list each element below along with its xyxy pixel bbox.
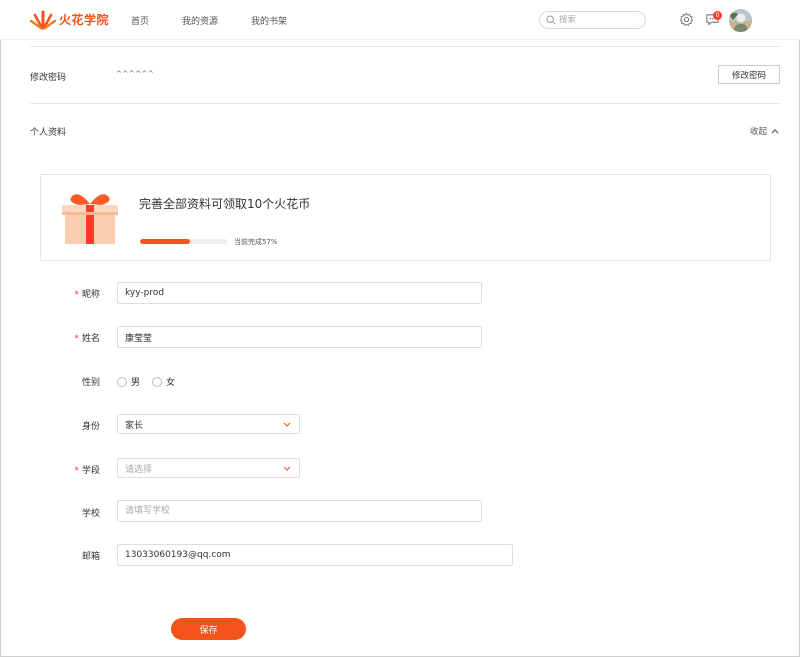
required-mark: * bbox=[74, 334, 79, 344]
avatar-image-icon bbox=[729, 9, 752, 32]
nickname-label: * 昵称 bbox=[10, 287, 100, 300]
gear-icon[interactable] bbox=[679, 12, 694, 27]
name-input[interactable] bbox=[117, 326, 482, 348]
promo-title: 完善全部资料可领取10个火花币 bbox=[139, 197, 311, 211]
gender-label: 性别 bbox=[81, 378, 100, 388]
search-box[interactable] bbox=[539, 11, 646, 29]
nav-home[interactable]: 首页 bbox=[131, 14, 149, 27]
nickname-label-text: 昵称 bbox=[81, 290, 100, 300]
school-label: 学校 bbox=[81, 509, 100, 519]
main-nav: 首页 我的资源 我的书架 bbox=[131, 14, 320, 27]
gender-male-label[interactable]: 男 bbox=[131, 375, 140, 388]
school-stage-select[interactable]: 请选择 bbox=[117, 458, 300, 478]
nickname-input[interactable] bbox=[117, 282, 482, 304]
identity-select-value: 家长 bbox=[125, 420, 144, 431]
avatar[interactable] bbox=[729, 9, 752, 32]
completion-progress-fill bbox=[140, 239, 190, 244]
brand-name: 火花学院 bbox=[59, 12, 110, 27]
gender-male-radio[interactable] bbox=[117, 376, 127, 387]
email-input[interactable] bbox=[117, 544, 513, 566]
collapse-label: 收起 bbox=[750, 127, 768, 137]
divider-top bbox=[30, 46, 780, 47]
completion-progress-bar bbox=[140, 239, 227, 244]
school-input[interactable] bbox=[117, 500, 482, 522]
brand-logo[interactable]: 火花学院 bbox=[30, 8, 109, 30]
nav-my-resources[interactable]: 我的资源 bbox=[182, 14, 218, 27]
chevron-down-icon bbox=[283, 466, 291, 471]
change-password-button[interactable]: 修改密码 bbox=[718, 65, 780, 84]
chevron-down-icon bbox=[283, 422, 291, 427]
change-password-label: 修改密码 bbox=[30, 73, 67, 83]
email-label: 邮箱 bbox=[81, 552, 100, 562]
school-stage-label-text: 学段 bbox=[81, 466, 100, 476]
gender-radio-group: 男 女 bbox=[117, 375, 187, 388]
collapse-toggle[interactable]: 收起 bbox=[750, 125, 779, 137]
identity-label: 身份 bbox=[81, 422, 100, 432]
nav-my-bookshelf[interactable]: 我的书架 bbox=[251, 14, 287, 27]
divider-middle bbox=[30, 103, 780, 104]
password-mask: ^^^^^^ bbox=[116, 70, 155, 78]
search-icon bbox=[546, 15, 556, 25]
name-label-text: 姓名 bbox=[81, 334, 100, 344]
top-header: 火花学院 首页 我的资源 我的书架 0 bbox=[0, 0, 800, 40]
flame-logo-icon bbox=[30, 10, 56, 30]
identity-select[interactable]: 家长 bbox=[117, 414, 300, 434]
required-mark: * bbox=[74, 290, 79, 300]
search-input[interactable] bbox=[559, 15, 639, 25]
gender-female-label[interactable]: 女 bbox=[166, 375, 175, 388]
name-label: * 姓名 bbox=[10, 331, 100, 344]
required-mark: * bbox=[74, 466, 79, 476]
completion-progress-text: 当前完成57% bbox=[234, 238, 278, 246]
chevron-up-icon bbox=[771, 129, 779, 134]
school-stage-label: * 学段 bbox=[10, 463, 100, 476]
school-stage-placeholder: 请选择 bbox=[125, 464, 153, 475]
profile-section-title: 个人资料 bbox=[30, 128, 67, 138]
gift-box-icon bbox=[62, 194, 118, 244]
save-button[interactable]: 保存 bbox=[171, 618, 246, 640]
gender-female-radio[interactable] bbox=[152, 376, 163, 387]
profile-completion-card: 完善全部资料可领取10个火花币 当前完成57% bbox=[40, 174, 771, 261]
message-count-badge: 0 bbox=[713, 11, 722, 20]
